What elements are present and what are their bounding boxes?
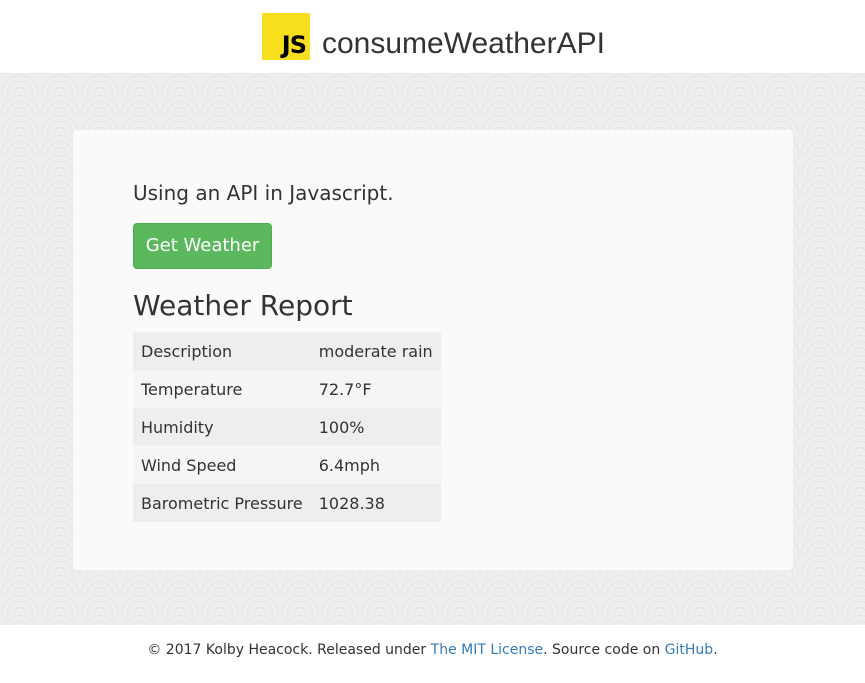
row-label: Humidity bbox=[133, 408, 311, 446]
app-title[interactable]: consumeWeatherAPI bbox=[322, 24, 605, 64]
table-row: Wind Speed 6.4mph bbox=[133, 446, 441, 484]
weather-report-table: Description moderate rain Temperature 72… bbox=[133, 332, 441, 522]
footer-source-text: . Source code on bbox=[543, 642, 665, 658]
row-value: 1028.38 bbox=[310, 484, 441, 522]
table-row: Description moderate rain bbox=[133, 332, 441, 370]
row-value: 100% bbox=[310, 408, 441, 446]
row-value: 6.4mph bbox=[310, 446, 441, 484]
row-value: 72.7°F bbox=[310, 370, 441, 408]
footer-copyright: © 2017 Kolby Heacock. Released under bbox=[147, 642, 431, 658]
mit-license-link[interactable]: The MIT License bbox=[431, 642, 543, 658]
js-logo-icon[interactable]: JS bbox=[262, 13, 310, 60]
table-row: Barometric Pressure 1028.38 bbox=[133, 484, 441, 522]
weather-report-title: Weather Report bbox=[133, 289, 353, 322]
github-link[interactable]: GitHub bbox=[665, 642, 714, 658]
row-label: Description bbox=[133, 332, 311, 370]
get-weather-button[interactable]: Get Weather bbox=[133, 223, 272, 269]
row-value: moderate rain bbox=[310, 332, 441, 370]
row-label: Wind Speed bbox=[133, 446, 311, 484]
footer-period: . bbox=[713, 642, 718, 658]
js-logo-text: JS bbox=[281, 31, 307, 59]
footer: © 2017 Kolby Heacock. Released under The… bbox=[0, 625, 865, 683]
table-row: Temperature 72.7°F bbox=[133, 370, 441, 408]
top-navbar: JS consumeWeatherAPI bbox=[0, 0, 865, 74]
row-label: Barometric Pressure bbox=[133, 484, 311, 522]
table-row: Humidity 100% bbox=[133, 408, 441, 446]
row-label: Temperature bbox=[133, 370, 311, 408]
lead-text: Using an API in Javascript. bbox=[133, 181, 394, 205]
